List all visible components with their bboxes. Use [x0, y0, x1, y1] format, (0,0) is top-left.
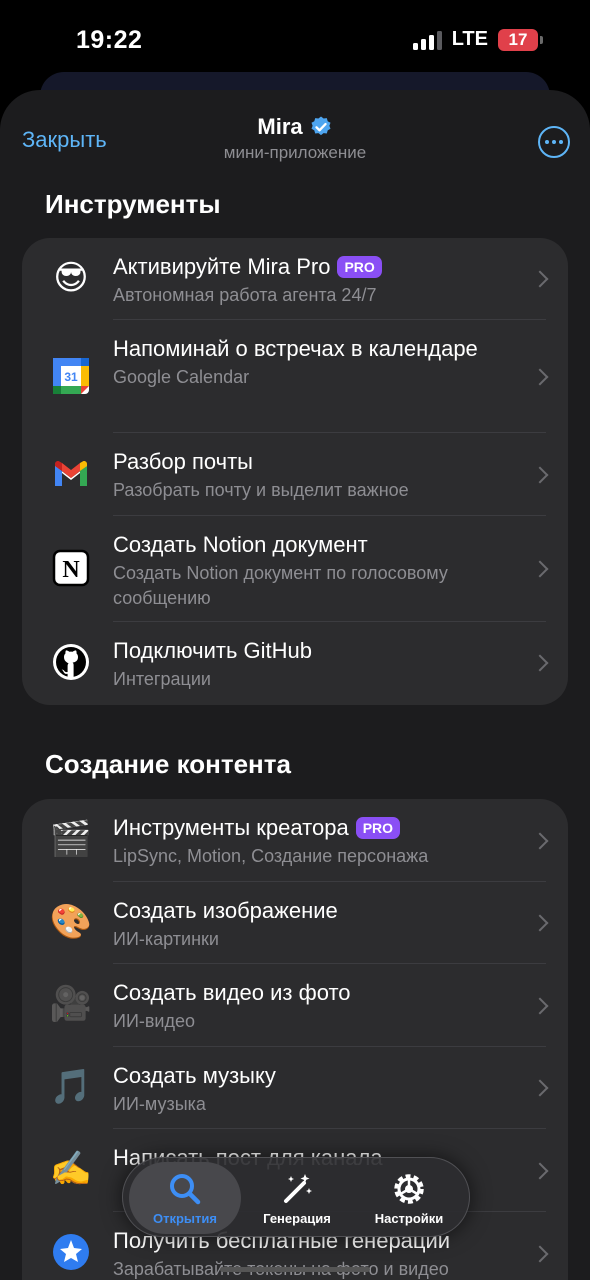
pro-badge: PRO [337, 256, 382, 278]
list-item-google-calendar[interactable]: 31 Напоминай о встречах в календаре Goog… [22, 320, 568, 433]
list-item-creator-tools[interactable]: 🎬 Инструменты креатора PRO LipSync, Motio… [22, 799, 568, 882]
svg-text:N: N [62, 557, 80, 583]
list-item-create-video[interactable]: 🎥 Создать видео из фото ИИ-видео [22, 964, 568, 1047]
tab-label: Настройки [374, 1211, 444, 1226]
chevron-right-icon [531, 654, 549, 672]
item-subtitle: Google Calendar [113, 367, 250, 387]
item-title: Создать изображение [113, 898, 338, 923]
item-title: Подключить GitHub [113, 638, 312, 663]
signal-icon [412, 30, 442, 50]
movie-camera-icon: 🎥 [49, 985, 93, 1023]
chevron-right-icon [531, 1162, 549, 1180]
tab-discover[interactable]: Открытия [129, 1162, 241, 1234]
gmail-icon [51, 454, 91, 494]
notion-icon: N [51, 548, 91, 588]
item-subtitle: ИИ-видео [113, 1011, 196, 1031]
status-bar: 19:22 LTE 17 [0, 0, 590, 80]
item-title: Активируйте Mira Pro [113, 254, 331, 279]
pro-badge: PRO [355, 817, 401, 839]
artist-palette-icon: 🎨 [49, 903, 93, 941]
chevron-right-icon [531, 914, 549, 932]
tab-label: Генерация [263, 1211, 331, 1226]
item-title: Напоминай о встречах в календаре [113, 336, 478, 361]
battery-level: 17 [508, 29, 528, 49]
item-subtitle: Интеграции [113, 669, 211, 689]
app-subtitle: мини-приложение [223, 143, 367, 162]
chevron-right-icon [531, 1245, 549, 1263]
item-subtitle: Разобрать почту и выделит важное [113, 480, 409, 500]
sunglasses-emoji-icon: 😎 [53, 259, 89, 297]
status-indicators: LTE 17 [412, 28, 543, 51]
network-type: LTE [451, 28, 488, 50]
mini-app-sheet: Закрыть Mira мини-приложение Инструменты… [0, 90, 590, 1280]
item-title: Создать музыку [113, 1063, 276, 1088]
writing-hand-icon: ✍️ [49, 1150, 93, 1188]
tools-card: 😎 Активируйте Mira Pro PRO Автономная раб… [22, 238, 568, 705]
clapper-board-icon: 🎬 [49, 820, 93, 858]
item-subtitle: LipSync, Motion, Создание персонажа [113, 846, 429, 866]
bottom-tab-bar: Открытия Генерация Настройки [122, 1157, 470, 1237]
chevron-right-icon [531, 368, 549, 386]
item-title: Создать Notion документ [113, 532, 368, 557]
more-options-icon[interactable] [538, 126, 570, 158]
google-calendar-icon: 31 [51, 356, 91, 396]
header: Закрыть Mira мини-приложение [0, 90, 590, 188]
list-item-mira-pro[interactable]: 😎 Активируйте Mira Pro PRO Автономная раб… [22, 238, 568, 320]
item-subtitle: Автономная работа агента 24/7 [113, 285, 377, 305]
list-item-gmail[interactable]: Разбор почты Разобрать почту и выделит в… [22, 433, 568, 516]
list-item-create-image[interactable]: 🎨 Создать изображение ИИ-картинки [22, 882, 568, 964]
list-item-notion[interactable]: N Создать Notion документ Создать Notion… [22, 516, 568, 622]
item-subtitle: ИИ-музыка [113, 1094, 206, 1114]
tab-label: Открытия [153, 1211, 217, 1226]
item-title: Создать видео из фото [113, 980, 351, 1005]
gear-icon [394, 1174, 424, 1204]
chevron-right-icon [531, 466, 549, 484]
musical-notes-icon: 🎵 [49, 1068, 93, 1106]
chevron-right-icon [531, 832, 549, 850]
star-badge-icon [51, 1232, 91, 1272]
section-title-content: Создание контента [45, 749, 291, 779]
section-title-tools: Инструменты [45, 189, 221, 219]
app-title: Mira [257, 114, 303, 139]
chevron-right-icon [531, 560, 549, 578]
chevron-right-icon [531, 1079, 549, 1097]
battery-icon: 17 [498, 28, 543, 51]
item-title: Разбор почты [113, 449, 253, 474]
list-item-create-music[interactable]: 🎵 Создать музыку ИИ-музыка [22, 1047, 568, 1129]
item-title: Инструменты креатора [113, 815, 349, 840]
chevron-right-icon [531, 270, 549, 288]
item-subtitle: ИИ-картинки [113, 929, 219, 949]
tab-generation[interactable]: Генерация [241, 1162, 353, 1234]
magic-wand-icon [284, 1174, 312, 1203]
home-indicator [220, 1267, 370, 1272]
search-icon [170, 1174, 201, 1205]
tab-settings[interactable]: Настройки [353, 1162, 465, 1234]
list-item-github[interactable]: Подключить GitHub Интеграции [22, 622, 568, 705]
svg-text:31: 31 [64, 370, 78, 384]
item-subtitle: Создать Notion документ по голосовому со… [113, 563, 448, 608]
verified-badge-icon [311, 116, 331, 136]
chevron-right-icon [531, 997, 549, 1015]
status-time: 19:22 [76, 26, 143, 54]
github-icon [51, 642, 91, 682]
title-block: Mira мини-приложение [0, 114, 590, 163]
